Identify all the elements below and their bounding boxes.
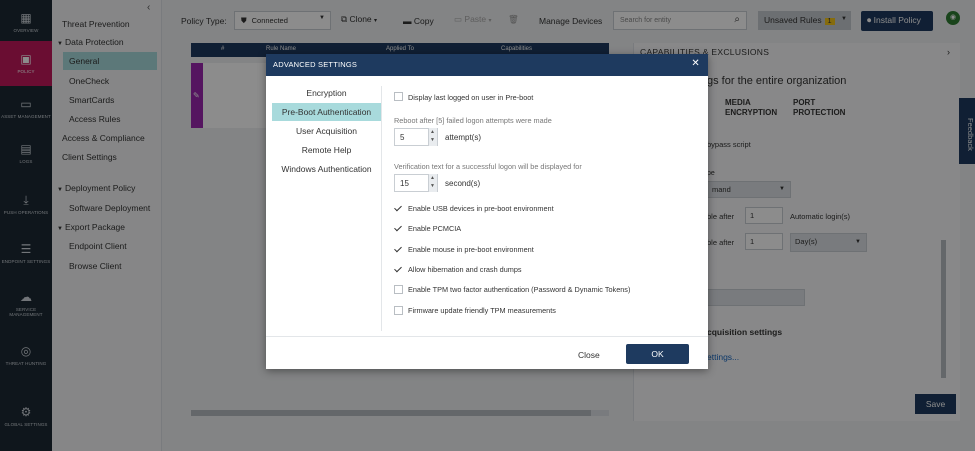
pcmcia-checkbox[interactable] bbox=[394, 224, 403, 233]
verification-label: Verification text for a successful logon… bbox=[394, 162, 582, 171]
spinner[interactable]: ▲ ▼ bbox=[428, 174, 437, 192]
display-last-logged-checkbox[interactable] bbox=[394, 92, 403, 101]
nav-windows-authentication[interactable]: Windows Authentication bbox=[272, 160, 381, 178]
reboot-unit: attempt(s) bbox=[445, 133, 482, 142]
caret-down-icon[interactable]: ▼ bbox=[430, 137, 435, 143]
caret-down-icon[interactable]: ▼ bbox=[430, 183, 435, 189]
verification-seconds-stepper[interactable]: 15 ▲ ▼ bbox=[394, 174, 438, 192]
ok-button[interactable]: OK bbox=[626, 344, 689, 364]
hibernation-label: Allow hibernation and crash dumps bbox=[408, 265, 522, 274]
usb-devices-label: Enable USB devices in pre-boot environme… bbox=[408, 204, 554, 213]
caret-up-icon[interactable]: ▲ bbox=[430, 175, 435, 181]
dialog-footer-divider bbox=[266, 336, 708, 337]
verification-seconds-value: 15 bbox=[400, 179, 409, 188]
reboot-attempts-stepper[interactable]: 5 ▲ ▼ bbox=[394, 128, 438, 146]
verification-unit: second(s) bbox=[445, 179, 481, 188]
firmware-tpm-label: Firmware update friendly TPM measurement… bbox=[408, 306, 556, 315]
tpm-two-factor-label: Enable TPM two factor authentication (Pa… bbox=[408, 285, 631, 294]
mouse-checkbox[interactable] bbox=[394, 245, 403, 254]
dialog-header: ADVANCED SETTINGS ✕ bbox=[266, 54, 708, 76]
caret-up-icon[interactable]: ▲ bbox=[430, 129, 435, 135]
spinner[interactable]: ▲ ▼ bbox=[428, 128, 437, 146]
nav-user-acquisition[interactable]: User Acquisition bbox=[272, 122, 381, 140]
nav-pre-boot-authentication[interactable]: Pre-Boot Authentication bbox=[272, 103, 381, 121]
firmware-tpm-checkbox[interactable] bbox=[394, 306, 403, 315]
dialog-title: ADVANCED SETTINGS bbox=[273, 60, 358, 69]
usb-devices-checkbox[interactable] bbox=[394, 204, 403, 213]
advanced-settings-dialog: ADVANCED SETTINGS ✕ Encryption Pre-Boot … bbox=[266, 54, 708, 369]
reboot-attempts-value: 5 bbox=[400, 133, 405, 142]
reboot-label: Reboot after [5] failed logon attempts w… bbox=[394, 116, 552, 125]
hibernation-checkbox[interactable] bbox=[394, 265, 403, 274]
nav-remote-help[interactable]: Remote Help bbox=[272, 141, 381, 159]
display-last-logged-label: Display last logged on user in Pre-boot bbox=[408, 93, 534, 102]
pcmcia-label: Enable PCMCIA bbox=[408, 224, 462, 233]
close-button[interactable]: Close bbox=[578, 350, 600, 360]
mouse-label: Enable mouse in pre-boot environment bbox=[408, 245, 534, 254]
nav-encryption[interactable]: Encryption bbox=[272, 84, 381, 102]
dialog-divider bbox=[381, 86, 382, 331]
tpm-two-factor-checkbox[interactable] bbox=[394, 285, 403, 294]
close-icon[interactable]: ✕ bbox=[691, 58, 700, 69]
